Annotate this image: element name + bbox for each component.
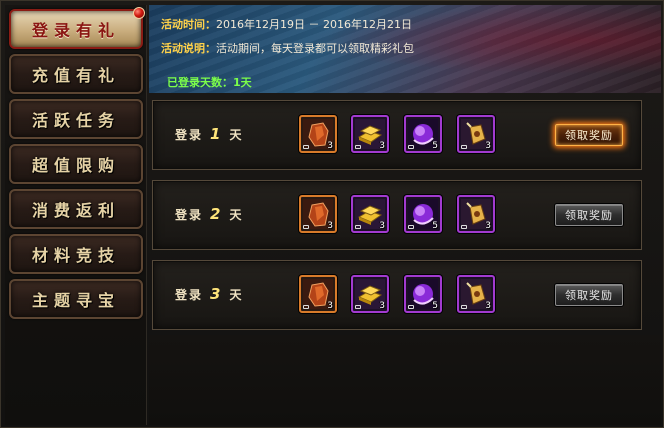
bound-lock-icon [461,145,467,149]
event-time: 活动时间：2016年12月19日 － 2016年12月21日 [161,18,412,31]
event-banner: 活动时间：2016年12月19日 － 2016年12月21日 活动说明：活动期间… [149,5,661,93]
sidebar-item-limited-purchase[interactable]: 超值限购 [9,144,143,184]
event-description: 活动说明：活动期间，每天登录都可以领取精彩礼包 [161,42,414,55]
bound-lock-icon [355,225,361,229]
reward-item-armor[interactable]: 3 [299,115,337,153]
reward-item-gold-bar[interactable]: 3 [351,195,389,233]
reward-item-armor[interactable]: 3 [299,275,337,313]
row-label: 登录 3 天 [175,285,244,303]
activity-window: 登录有礼 充值有礼 活跃任务 超值限购 消费返利 材料竞技 主题寻宝 活动时间：… [0,0,664,428]
sidebar-item-label: 消费返利 [31,201,120,220]
sidebar-item-spend-rebate[interactable]: 消费返利 [9,189,143,229]
sidebar-item-label: 材料竞技 [31,246,120,265]
reward-item-purple-orb[interactable]: 5 [404,115,442,153]
claim-reward-button[interactable]: 领取奖励 [555,204,623,226]
reward-row-day-3: 登录 3 天 3 3 5 3 领取奖励 [152,260,642,330]
bound-lock-icon [408,145,414,149]
row-label: 登录 2 天 [175,205,244,223]
reward-item-gold-bar[interactable]: 3 [351,115,389,153]
bound-lock-icon [303,305,309,309]
sidebar-item-label: 超值限购 [31,156,120,175]
reward-row-day-1: 登录 1 天 3 3 5 3 领取奖励 [152,100,642,170]
bound-lock-icon [408,225,414,229]
sidebar-item-label: 主题寻宝 [31,291,120,310]
login-days-status: 已登录天数：1天 [167,76,252,89]
sidebar-item-label: 登录有礼 [31,21,120,40]
reward-item-bell[interactable]: 3 [457,275,495,313]
claim-reward-button[interactable]: 领取奖励 [555,284,623,306]
bound-lock-icon [408,305,414,309]
sidebar: 登录有礼 充值有礼 活跃任务 超值限购 消费返利 材料竞技 主题寻宝 [5,5,147,425]
claim-reward-button[interactable]: 领取奖励 [555,124,623,146]
sidebar-item-login-gift[interactable]: 登录有礼 [9,7,145,49]
bound-lock-icon [303,225,309,229]
bound-lock-icon [461,305,467,309]
reward-item-armor[interactable]: 3 [299,195,337,233]
sidebar-item-material-competition[interactable]: 材料竞技 [9,234,143,274]
reward-item-bell[interactable]: 3 [457,195,495,233]
sidebar-item-active-tasks[interactable]: 活跃任务 [9,99,143,139]
bound-lock-icon [355,145,361,149]
bound-lock-icon [303,145,309,149]
reward-item-purple-orb[interactable]: 5 [404,195,442,233]
reward-item-bell[interactable]: 3 [457,115,495,153]
reward-item-gold-bar[interactable]: 3 [351,275,389,313]
bound-lock-icon [461,225,467,229]
reward-row-day-2: 登录 2 天 3 3 5 3 领取奖励 [152,180,642,250]
sidebar-item-treasure-hunt[interactable]: 主题寻宝 [9,279,143,319]
sidebar-item-label: 活跃任务 [31,111,120,130]
notification-dot-icon [133,7,145,19]
sidebar-item-recharge-gift[interactable]: 充值有礼 [9,54,143,94]
empty-content-area [149,335,661,425]
reward-item-purple-orb[interactable]: 5 [404,275,442,313]
sidebar-item-label: 充值有礼 [31,66,120,85]
bound-lock-icon [355,305,361,309]
row-label: 登录 1 天 [175,125,244,143]
